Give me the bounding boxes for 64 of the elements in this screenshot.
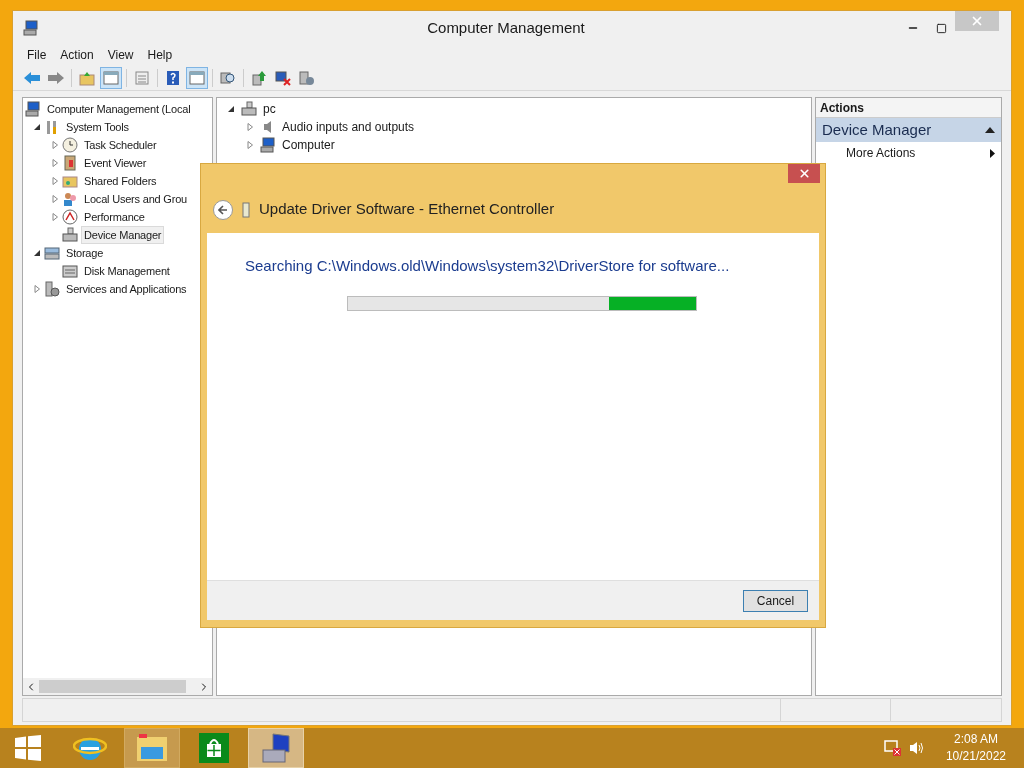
collapsed-arrow-icon[interactable]	[51, 213, 59, 221]
cancel-button[interactable]: Cancel	[743, 589, 808, 612]
tree-item[interactable]: Disk Management	[81, 262, 173, 280]
services-icon	[44, 281, 60, 297]
tree-item[interactable]: Event Viewer	[81, 154, 150, 172]
tree-item[interactable]: Performance	[81, 208, 148, 226]
menu-item[interactable]: Help	[141, 46, 179, 64]
menu-item[interactable]: View	[101, 46, 140, 64]
tree-item[interactable]: pc	[263, 100, 276, 118]
tree-item[interactable]: Local Users and Grou	[81, 190, 190, 208]
collapsed-arrow-icon[interactable]	[246, 123, 254, 131]
tree-item[interactable]: Device Manager	[81, 226, 165, 244]
dialog-title: Update Driver Software - Ethernet Controller	[259, 199, 555, 220]
tree-item[interactable]: System Tools	[63, 118, 132, 136]
collapsed-arrow-icon[interactable]	[33, 285, 41, 293]
close-button[interactable]	[788, 164, 820, 183]
collapsed-arrow-icon[interactable]	[51, 141, 59, 149]
storage-icon	[44, 245, 60, 261]
menu-item[interactable]: Action	[54, 46, 100, 64]
windows-logo-icon[interactable]	[14, 735, 42, 761]
expanded-arrow-icon[interactable]	[227, 105, 235, 113]
clock-icon	[62, 137, 78, 153]
maximize-icon[interactable]	[935, 22, 947, 34]
computer-icon	[25, 101, 41, 117]
collapse-triangle-icon[interactable]	[985, 127, 995, 133]
tree-item[interactable]: Storage	[63, 244, 107, 262]
speaker-icon[interactable]	[907, 740, 926, 756]
horizontal-scrollbar[interactable]	[23, 678, 212, 695]
users-icon	[62, 191, 78, 207]
collapsed-arrow-icon[interactable]	[51, 159, 59, 167]
tree-item[interactable]: Services and Applications	[63, 280, 190, 298]
menu-item[interactable]: File	[21, 46, 53, 64]
tree-item[interactable]: Audio inputs and outputs	[282, 118, 415, 136]
device-printer-icon	[241, 101, 257, 117]
device-printer-icon	[62, 227, 78, 243]
collapsed-arrow-icon[interactable]	[51, 195, 59, 203]
computer-icon	[23, 20, 39, 36]
tree-item[interactable]: Task Scheduler	[81, 136, 160, 154]
computer-icon	[260, 137, 276, 153]
tree-item[interactable]: Computer Management (Local	[44, 100, 194, 118]
computer-management-icon[interactable]	[259, 732, 293, 764]
scrollbar-thumb[interactable]	[39, 680, 186, 693]
tree-item[interactable]: Shared Folders	[81, 172, 160, 190]
network-adapter-icon	[241, 201, 251, 218]
action-link[interactable]: More Actions	[846, 144, 916, 162]
expanded-arrow-icon[interactable]	[33, 123, 41, 131]
actions-section-header[interactable]: Device Manager	[816, 118, 1001, 142]
status-message: Searching C:\Windows.old\Windows\system32\DriverStore for software...	[245, 256, 730, 276]
collapsed-arrow-icon[interactable]	[51, 177, 59, 185]
network-error-icon[interactable]	[883, 740, 902, 756]
folder-icon	[62, 173, 78, 189]
back-arrow-icon[interactable]	[218, 204, 228, 215]
log-icon	[62, 155, 78, 171]
expanded-arrow-icon[interactable]	[33, 249, 41, 257]
store-bag-icon[interactable]	[199, 733, 229, 763]
back-button[interactable]	[213, 199, 233, 220]
collapsed-arrow-icon[interactable]	[246, 141, 254, 149]
window-title: Computer Management	[426, 17, 586, 38]
file-folder-icon[interactable]	[135, 733, 169, 763]
taskbar-button[interactable]	[248, 728, 304, 768]
close-icon[interactable]	[797, 167, 811, 180]
tree-item[interactable]: Computer	[282, 136, 335, 154]
actions-header: Actions	[816, 98, 1001, 118]
submenu-arrow-icon	[990, 148, 995, 158]
